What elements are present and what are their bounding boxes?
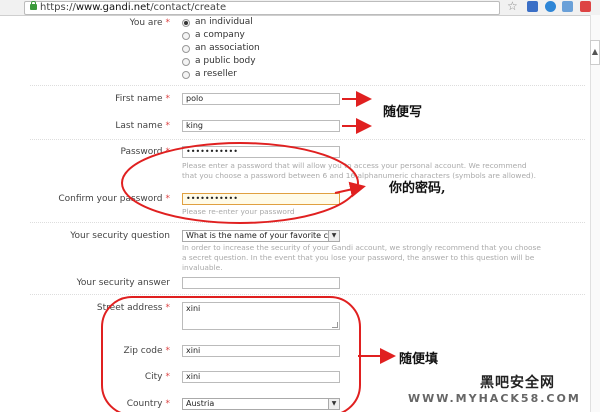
security-answer-label: Your security answer bbox=[76, 278, 170, 288]
radio-label-individual: an individual bbox=[195, 17, 253, 27]
city-label: City * bbox=[144, 372, 170, 382]
divider bbox=[30, 294, 585, 295]
last-name-label: Last name * bbox=[115, 121, 170, 131]
radio-public-body[interactable] bbox=[182, 58, 190, 66]
password-label: Password * bbox=[120, 147, 170, 157]
security-question-select[interactable]: What is the name of your favorite city ▼ bbox=[182, 230, 340, 242]
annotation-note-address: 随便填 bbox=[399, 352, 439, 367]
dropdown-arrow-icon: ▼ bbox=[328, 231, 339, 241]
zip-code-label: Zip code * bbox=[123, 346, 170, 356]
radio-association[interactable] bbox=[182, 45, 190, 53]
first-name-input[interactable]: polo bbox=[182, 93, 340, 105]
radio-label-public-body: a public body bbox=[195, 56, 256, 66]
page-gutter bbox=[590, 15, 600, 412]
radio-label-reseller: a reseller bbox=[195, 69, 237, 79]
extension-icon-1[interactable] bbox=[527, 1, 538, 12]
security-answer-input[interactable] bbox=[182, 277, 340, 289]
country-label: Country * bbox=[126, 399, 170, 409]
street-address-label: Street address * bbox=[96, 303, 170, 313]
divider bbox=[30, 222, 585, 223]
scroll-top-button[interactable]: ▲ bbox=[590, 40, 600, 65]
address-bar[interactable]: https://www.gandi.net/contact/create bbox=[24, 1, 500, 15]
radio-label-company: a company bbox=[195, 30, 245, 40]
radio-individual[interactable] bbox=[182, 19, 190, 27]
city-input[interactable]: xini bbox=[182, 371, 340, 383]
you-are-label: You are * bbox=[129, 18, 170, 28]
last-name-input[interactable]: king bbox=[182, 120, 340, 132]
browser-toolbar: https://www.gandi.net/contact/create ☆ bbox=[0, 0, 600, 16]
confirm-password-help: Please re-enter your password bbox=[182, 207, 295, 216]
lock-icon bbox=[30, 1, 37, 10]
confirm-password-input[interactable]: ••••••••••• bbox=[182, 193, 340, 205]
extension-icon-4[interactable] bbox=[580, 1, 591, 12]
annotation-note-password: 你的密码, bbox=[389, 181, 446, 196]
bookmark-star-icon[interactable]: ☆ bbox=[507, 0, 518, 13]
url-text: https://www.gandi.net/contact/create bbox=[40, 2, 227, 13]
password-input[interactable]: ••••••••••• bbox=[182, 146, 340, 158]
first-name-label: First name * bbox=[115, 94, 170, 104]
watermark-brand: 黑吧安全网 bbox=[480, 375, 555, 391]
dropdown-arrow-icon: ▼ bbox=[328, 399, 339, 409]
radio-label-association: an association bbox=[195, 43, 260, 53]
security-question-help: In order to increase the security of you… bbox=[182, 243, 541, 272]
radio-reseller[interactable] bbox=[182, 71, 190, 79]
watermark-url: WWW.MYHACK58.COM bbox=[408, 392, 581, 405]
divider bbox=[30, 85, 585, 86]
country-select[interactable]: Austria ▼ bbox=[182, 398, 340, 410]
zip-code-input[interactable]: xini bbox=[182, 345, 340, 357]
annotation-note-name: 随便写 bbox=[383, 105, 423, 120]
password-help: Please enter a password that will allow … bbox=[182, 161, 536, 180]
street-address-textarea[interactable]: xini bbox=[182, 302, 340, 330]
confirm-password-label: Confirm your password * bbox=[58, 194, 170, 204]
security-question-label: Your security question bbox=[70, 231, 170, 241]
extension-icon-2[interactable] bbox=[545, 1, 556, 12]
radio-company[interactable] bbox=[182, 32, 190, 40]
divider bbox=[30, 139, 585, 140]
extension-icon-3[interactable] bbox=[562, 1, 573, 12]
